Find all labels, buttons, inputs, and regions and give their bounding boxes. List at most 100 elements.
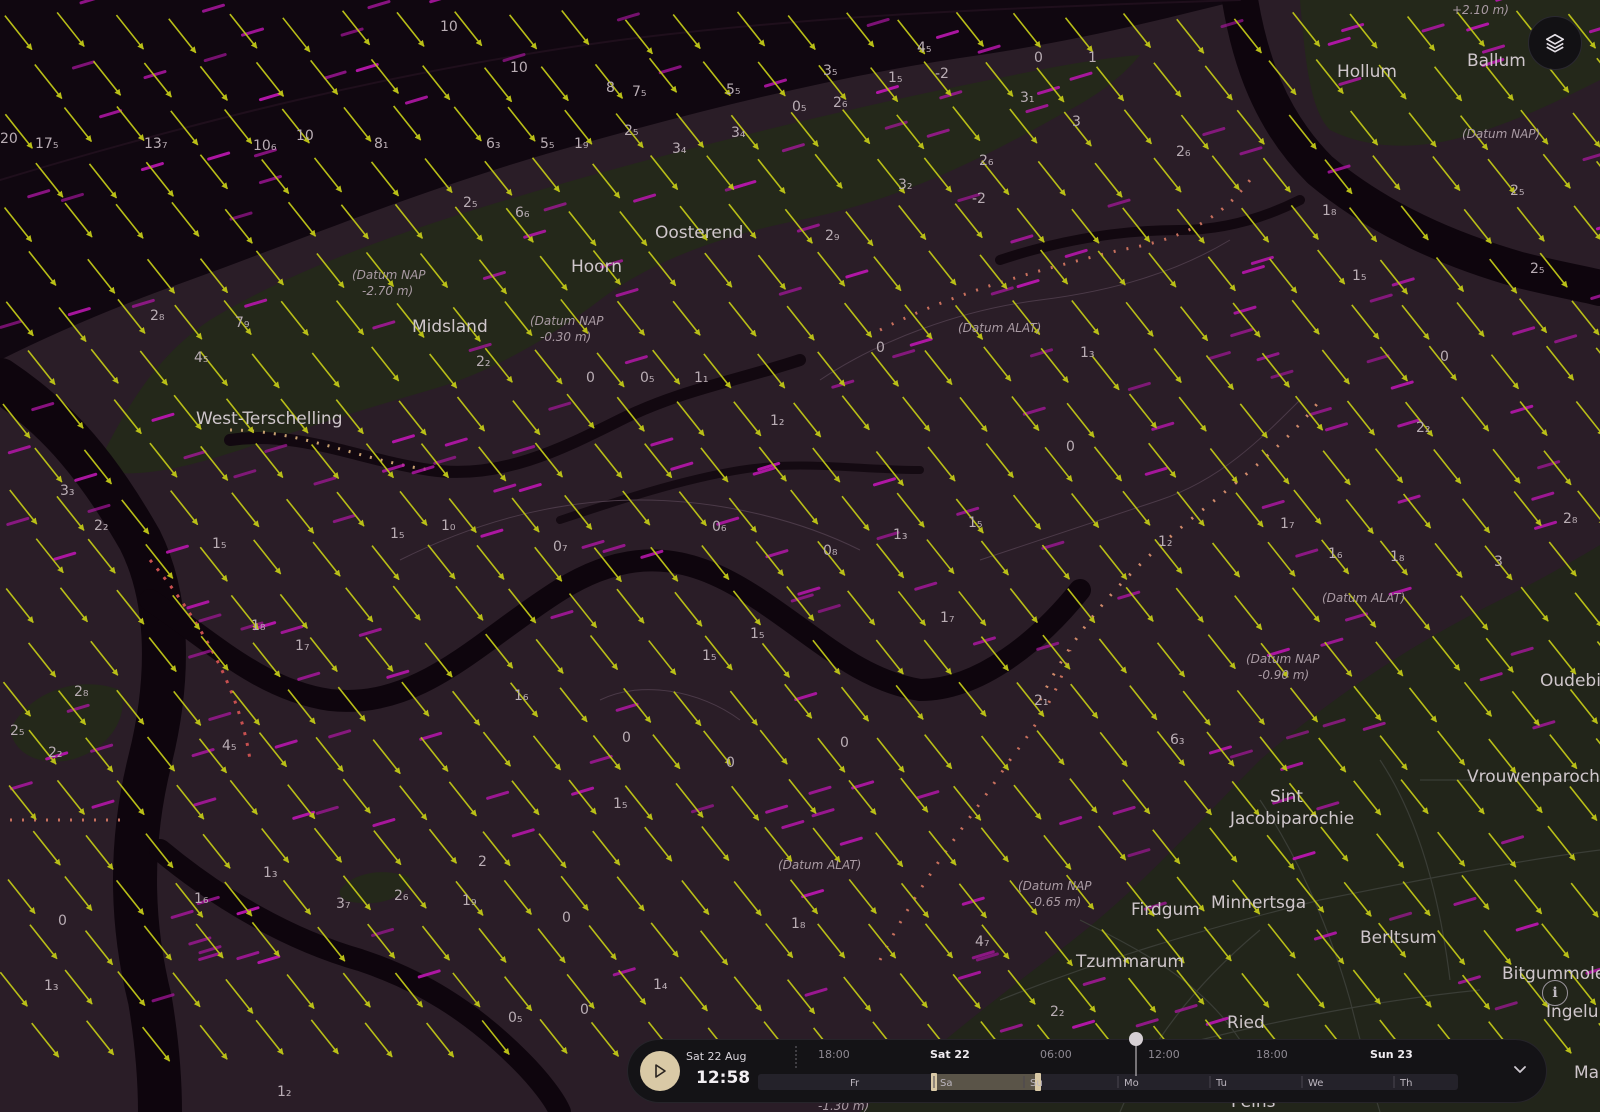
depth-sounding: 2₂ <box>48 745 63 761</box>
depth-sounding: 2₅ <box>1510 183 1525 199</box>
depth-sounding: 7₅ <box>632 84 647 100</box>
depth-sounding: 2₁ <box>1034 693 1049 709</box>
timeline-current-knob[interactable] <box>1129 1032 1143 1046</box>
depth-sounding: 4₇ <box>975 934 990 950</box>
place-midsland[interactable]: Midsland <box>412 317 488 337</box>
place-oudebildt[interactable]: Oudebild <box>1540 671 1600 691</box>
depth-sounding: 2₆ <box>979 153 994 169</box>
depth-sounding: 4₅ <box>194 350 209 366</box>
depth-sounding: 1₅ <box>750 626 765 642</box>
place-oosterend[interactable]: Oosterend <box>655 223 743 243</box>
place-tzummarum[interactable]: Tzummarum <box>1075 952 1184 972</box>
depth-sounding: 10 <box>440 19 458 35</box>
timeline-day-label: Su <box>1030 1078 1043 1089</box>
timeline-day-label: We <box>1308 1078 1323 1089</box>
place-ballum[interactable]: Ballum <box>1467 51 1526 71</box>
depth-sounding: 2₈ <box>150 308 165 324</box>
depth-sounding: 2₂ <box>94 518 109 534</box>
depth-sounding: 0₅ <box>640 370 655 386</box>
depth-sounding: 2₆ <box>394 888 409 904</box>
depth-sounding: 2₅ <box>1530 261 1545 277</box>
depth-sounding: 3₅ <box>823 63 838 79</box>
depth-sounding: 10 <box>296 128 314 144</box>
depth-sounding: 1₂ <box>1158 534 1173 550</box>
depth-sounding: 2₂ <box>476 354 491 370</box>
depth-sounding: 10 <box>510 60 528 76</box>
place-sint[interactable]: Sint <box>1270 787 1303 807</box>
depth-sounding: 1₁ <box>694 370 709 386</box>
depth-sounding: 1 <box>1088 50 1097 66</box>
depth-sounding: 13₇ <box>144 136 167 152</box>
depth-sounding: 2 <box>478 854 487 870</box>
depth-sounding: 0 <box>876 340 885 356</box>
depth-sounding: 0 <box>1066 439 1075 455</box>
datum-nap-ballum: (Datum NAP) <box>1462 127 1540 141</box>
depth-sounding: 1₄ <box>653 977 668 993</box>
place-hoorn[interactable]: Hoorn <box>571 257 622 277</box>
depth-sounding: 2₂ <box>1416 420 1431 436</box>
nautical-map[interactable]: +2.10 m) (Datum NAP) (Datum NAP -2.70 m)… <box>0 0 1600 1112</box>
depth-sounding: 1₅ <box>968 515 983 531</box>
depth-sounding: 1₂ <box>277 1084 292 1100</box>
datum-nap-065-b: -0.65 m) <box>1030 895 1081 909</box>
depth-sounding: 3 <box>1072 114 1081 130</box>
depth-sounding: 1₀ <box>441 518 456 534</box>
timeline-hour-label: 12:00 <box>1148 1048 1180 1061</box>
depth-sounding: -2 <box>935 66 949 82</box>
depth-sounding: 4₅ <box>917 40 932 56</box>
datum-alat-south: (Datum ALAT) <box>778 858 861 872</box>
depth-sounding: 1₃ <box>263 865 278 881</box>
depth-sounding: 2₅ <box>624 123 639 139</box>
place-west-terschelling[interactable]: West-Terschelling <box>196 409 342 429</box>
timeline-week-track[interactable] <box>758 1074 1458 1090</box>
depth-sounding: 1₅ <box>702 648 717 664</box>
depth-sounding: 0 <box>1440 349 1449 365</box>
info-button[interactable]: i <box>1542 980 1568 1006</box>
depth-sounding: 1₈ <box>251 618 266 634</box>
depth-sounding: 1₅ <box>613 796 628 812</box>
datum-nap-030-b: -0.30 m) <box>540 330 591 344</box>
datum-top-right: +2.10 m) <box>1452 3 1509 17</box>
place-ma[interactable]: Ma <box>1574 1063 1599 1083</box>
depth-sounding: 0 <box>562 910 571 926</box>
depth-sounding: 0 <box>586 370 595 386</box>
layers-icon <box>1545 33 1565 53</box>
timeline-day-label: Mo <box>1124 1078 1139 1089</box>
depth-sounding: 0 <box>580 1002 589 1018</box>
place-jacobiparochie[interactable]: Jacobiparochie <box>1229 809 1354 829</box>
place-ried[interactable]: Ried <box>1227 1013 1265 1033</box>
depth-sounding: 3₃ <box>60 483 75 499</box>
datum-nap-090-b: -0.90 m) <box>1258 668 1309 682</box>
place-firdgum[interactable]: Firdgum <box>1131 900 1200 920</box>
timeline-scrubber[interactable]: 18:00 Sat 22 06:00 12:00 18:00 Sun 23 Fr Sa Su Mo… <box>628 1032 1546 1102</box>
depth-sounding: 1₃ <box>44 978 59 994</box>
depth-sounding: 2₅ <box>463 195 478 211</box>
depth-sounding: 8 <box>606 80 615 96</box>
depth-sounding: 6₃ <box>486 136 501 152</box>
chevron-down-icon[interactable] <box>1512 1061 1528 1077</box>
depth-sounding: 7₉ <box>235 315 250 331</box>
depth-sounding: 0 <box>726 755 735 771</box>
depth-sounding: 1₈ <box>1390 549 1405 565</box>
depth-sounding: 20 <box>0 131 18 147</box>
place-minnertsga[interactable]: Minnertsga <box>1211 893 1306 913</box>
depth-sounding: 2₂ <box>1050 1004 1065 1020</box>
place-berltsum[interactable]: Berltsum <box>1360 928 1437 948</box>
depth-sounding: 0 <box>58 913 67 929</box>
depth-sounding: 1₆ <box>194 891 209 907</box>
depth-sounding: 0 <box>622 730 631 746</box>
depth-sounding: 2₆ <box>1176 144 1191 160</box>
depth-sounding: 1₂ <box>770 413 785 429</box>
datum-nap-270-b: -2.70 m) <box>362 284 413 298</box>
layers-button[interactable] <box>1528 16 1582 70</box>
timeline-day-label: Th <box>1399 1078 1412 1089</box>
depth-sounding: 1₅ <box>888 70 903 86</box>
timeline-bar: Sat 22 Aug 12:58 18:00 Sat 22 06:00 12:00 18… <box>628 1032 1546 1102</box>
depth-sounding: 2₅ <box>10 723 25 739</box>
datum-nap-030-a: (Datum NAP <box>530 314 604 328</box>
place-vrouwenparochie[interactable]: Vrouwenparochi <box>1467 767 1600 787</box>
depth-sounding: 17₅ <box>35 136 58 152</box>
place-hollum[interactable]: Hollum <box>1337 62 1397 82</box>
datum-alat-east: (Datum ALAT) <box>1322 591 1405 605</box>
depth-sounding: 1₉ <box>574 136 589 152</box>
